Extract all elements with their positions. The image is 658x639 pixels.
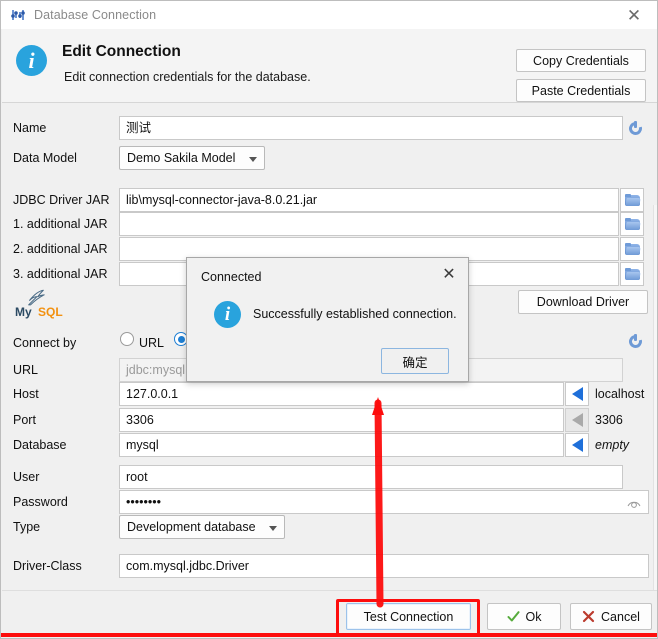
chevron-down-icon bbox=[269, 526, 277, 531]
jdbc-driver-jar-input[interactable]: lib\mysql-connector-java-8.0.21.jar bbox=[119, 188, 619, 212]
database-connection-dialog: Database Connection ✕ i Edit Connection … bbox=[0, 0, 658, 639]
jdbc-driver-jar-folder-icon[interactable] bbox=[620, 188, 644, 212]
mysql-logo-my: My bbox=[15, 305, 32, 319]
additional-jar-1-folder-icon[interactable] bbox=[620, 212, 644, 236]
additional-jar-3-label: 3. additional JAR bbox=[13, 267, 108, 281]
data-model-label: Data Model bbox=[13, 151, 77, 165]
password-masked-value: •••••••• bbox=[126, 495, 162, 509]
user-input[interactable]: root bbox=[119, 465, 623, 489]
data-model-select[interactable]: Demo Sakila Model bbox=[119, 146, 265, 170]
password-input[interactable]: •••••••• bbox=[119, 490, 649, 514]
driver-class-label: Driver-Class bbox=[13, 559, 82, 573]
type-select[interactable]: Development database bbox=[119, 515, 285, 539]
host-default-hint: localhost bbox=[595, 387, 645, 401]
additional-jar-3-folder-icon[interactable] bbox=[620, 262, 644, 286]
type-label: Type bbox=[13, 520, 41, 534]
jdbc-driver-jar-label: JDBC Driver JAR bbox=[13, 193, 110, 207]
additional-jar-2-label: 2. additional JAR bbox=[13, 242, 108, 256]
eye-icon[interactable] bbox=[627, 496, 641, 509]
download-driver-button[interactable]: Download Driver bbox=[518, 290, 648, 314]
password-label: Password bbox=[13, 495, 68, 509]
copy-credentials-button[interactable]: Copy Credentials bbox=[516, 49, 646, 72]
info-icon: i bbox=[16, 45, 47, 76]
host-label: Host bbox=[13, 387, 39, 401]
paste-credentials-button[interactable]: Paste Credentials bbox=[516, 79, 646, 102]
user-label: User bbox=[13, 470, 40, 484]
host-default-button[interactable] bbox=[565, 382, 589, 406]
database-input[interactable]: mysql bbox=[119, 433, 564, 457]
connect-by-refresh-icon[interactable] bbox=[623, 329, 647, 353]
driver-class-input[interactable]: com.mysql.jdbc.Driver bbox=[119, 554, 649, 578]
connect-by-url-radio[interactable] bbox=[120, 332, 134, 346]
window-title: Database Connection bbox=[34, 8, 157, 22]
close-icon[interactable]: ✕ bbox=[617, 1, 651, 29]
test-connection-button[interactable]: Test Connection bbox=[346, 603, 471, 630]
database-label: Database bbox=[13, 438, 67, 452]
ok-button[interactable]: Ok bbox=[487, 603, 561, 630]
info-icon: i bbox=[214, 301, 241, 328]
cross-icon bbox=[582, 610, 595, 623]
url-label: URL bbox=[13, 363, 39, 377]
data-model-value: Demo Sakila Model bbox=[127, 151, 236, 165]
name-label: Name bbox=[13, 121, 47, 135]
ok-button-label: Ok bbox=[525, 609, 542, 624]
chevron-down-icon bbox=[249, 157, 257, 162]
port-input[interactable]: 3306 bbox=[119, 408, 564, 432]
cancel-button[interactable]: Cancel bbox=[570, 603, 652, 630]
additional-jar-2-folder-icon[interactable] bbox=[620, 237, 644, 261]
check-icon bbox=[507, 611, 519, 622]
mysql-logo: My SQL bbox=[14, 289, 63, 319]
mysql-logo-sql: SQL bbox=[38, 305, 63, 319]
type-value: Development database bbox=[127, 520, 256, 534]
dialog-footer: Test Connection Ok Cancel bbox=[2, 590, 657, 638]
connect-by-label: Connect by bbox=[13, 336, 77, 350]
page-title: Edit Connection bbox=[62, 43, 181, 60]
database-default-button[interactable] bbox=[565, 433, 589, 457]
right-splitter bbox=[653, 205, 657, 638]
modal-close-icon[interactable]: ✕ bbox=[436, 262, 462, 286]
name-refresh-icon[interactable] bbox=[623, 116, 647, 140]
database-connection-icon bbox=[10, 7, 26, 23]
connect-by-url-option-label: URL bbox=[139, 336, 165, 350]
database-default-hint: empty bbox=[595, 438, 630, 452]
dialog-header: i Edit Connection Edit connection creden… bbox=[2, 29, 657, 103]
additional-jar-1-input[interactable] bbox=[119, 212, 619, 236]
additional-jar-1-label: 1. additional JAR bbox=[13, 217, 108, 231]
modal-message: Successfully established connection. bbox=[253, 307, 457, 321]
port-label: Port bbox=[13, 413, 36, 427]
name-input[interactable]: 测试 bbox=[119, 116, 623, 140]
port-default-hint: 3306 bbox=[595, 413, 623, 427]
modal-ok-button[interactable]: 确定 bbox=[381, 348, 449, 374]
title-bar: Database Connection ✕ bbox=[1, 1, 657, 29]
cancel-button-label: Cancel bbox=[601, 609, 640, 624]
modal-title: Connected bbox=[201, 270, 262, 284]
port-default-button[interactable] bbox=[565, 408, 589, 432]
connected-modal: Connected ✕ i Successfully established c… bbox=[186, 257, 469, 382]
bottom-red-line bbox=[1, 633, 657, 637]
host-input[interactable]: 127.0.0.1 bbox=[119, 382, 564, 406]
page-subtitle: Edit connection credentials for the data… bbox=[64, 70, 311, 84]
